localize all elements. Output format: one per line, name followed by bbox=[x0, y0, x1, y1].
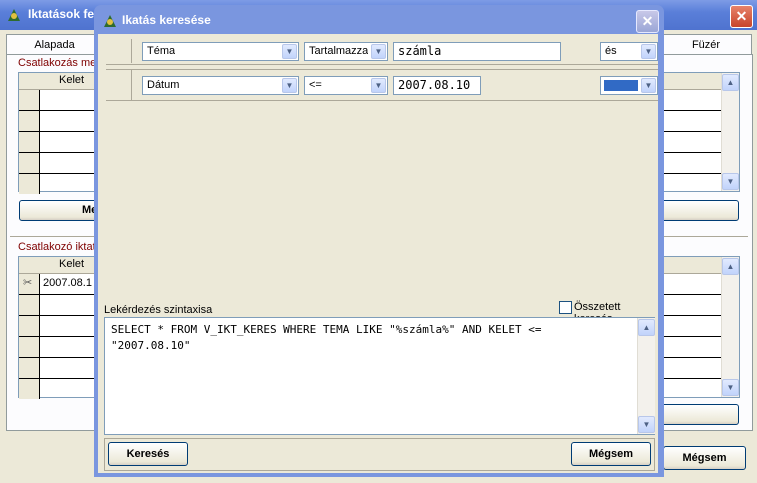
value-input[interactable]: 2007.08.10 bbox=[393, 76, 481, 95]
search-button[interactable]: Keresés bbox=[108, 442, 188, 466]
value-input[interactable]: számla bbox=[393, 42, 561, 61]
complex-search-checkbox[interactable] bbox=[559, 301, 572, 314]
chevron-down-icon: ▼ bbox=[371, 44, 386, 59]
app-icon bbox=[8, 9, 20, 21]
bg-window-title: Iktatások fe bbox=[28, 7, 95, 21]
group2-scrollbar[interactable]: ▲ ▼ bbox=[721, 257, 739, 397]
operator-select[interactable]: Tartalmazza ▼ bbox=[304, 42, 388, 61]
logic-select[interactable]: és ▼ bbox=[600, 42, 658, 61]
chevron-down-icon: ▼ bbox=[282, 78, 297, 93]
group2-label: Csatlakozó iktat bbox=[18, 241, 96, 253]
chevron-down-icon: ▼ bbox=[641, 44, 656, 59]
field-value: Téma bbox=[147, 45, 176, 57]
bg-cancel-label: Mégsem bbox=[682, 452, 727, 464]
row-selector[interactable] bbox=[106, 70, 132, 100]
cancel-button-label: Mégsem bbox=[588, 448, 634, 460]
scroll-up-icon[interactable]: ▲ bbox=[638, 319, 655, 336]
scroll-down-icon[interactable]: ▼ bbox=[722, 173, 739, 190]
tab-label: Füzér bbox=[691, 39, 721, 51]
sql-textarea[interactable]: SELECT * FROM V_IKT_KERES WHERE TEMA LIK… bbox=[104, 317, 655, 435]
group2-button[interactable] bbox=[660, 404, 739, 425]
logic-value: és bbox=[605, 45, 617, 57]
scroll-up-icon[interactable]: ▲ bbox=[722, 258, 739, 275]
operator-value: <= bbox=[309, 79, 322, 91]
dialog-icon bbox=[104, 15, 116, 27]
dialog-title: Ikatás keresése bbox=[122, 13, 211, 27]
chevron-down-icon: ▼ bbox=[641, 78, 656, 93]
col-kelet: Kelet bbox=[59, 74, 85, 86]
search-button-label: Keresés bbox=[126, 448, 170, 460]
tab-alapadatok[interactable]: Alapada bbox=[6, 34, 103, 55]
search-dialog: Ikatás keresése ✕ Téma ▼ Tartalmazza ▼ szá… bbox=[94, 5, 664, 477]
sql-scrollbar[interactable]: ▲ ▼ bbox=[637, 318, 655, 434]
group1-label: Csatlakozás meg bbox=[18, 57, 103, 69]
operator-select[interactable]: <= ▼ bbox=[304, 76, 388, 95]
dialog-close-button[interactable]: ✕ bbox=[636, 10, 659, 33]
logic-value-empty bbox=[604, 80, 638, 91]
chevron-down-icon: ▼ bbox=[282, 44, 297, 59]
field-select[interactable]: Téma ▼ bbox=[142, 42, 299, 61]
syntax-label: Lekérdezés szintaxisa bbox=[104, 304, 213, 316]
bg-cancel-button[interactable]: Mégsem bbox=[663, 446, 746, 470]
tab-fuzer[interactable]: Füzér bbox=[660, 34, 752, 55]
bg-close-button[interactable]: ✕ bbox=[730, 5, 753, 28]
close-icon: ✕ bbox=[641, 13, 654, 29]
group1-scrollbar[interactable]: ▲ ▼ bbox=[721, 73, 739, 191]
scissors-icon: ✂ bbox=[23, 277, 33, 289]
chevron-down-icon: ▼ bbox=[371, 78, 386, 93]
row-date: 2007.08.1 bbox=[43, 277, 92, 289]
scroll-down-icon[interactable]: ▼ bbox=[638, 416, 655, 433]
cancel-button[interactable]: Mégsem bbox=[571, 442, 651, 466]
close-icon: ✕ bbox=[735, 8, 748, 24]
field-select[interactable]: Dátum ▼ bbox=[142, 76, 299, 95]
field-value: Dátum bbox=[147, 79, 180, 91]
dialog-body: Téma ▼ Tartalmazza ▼ számla és ▼ Dátum ▼ <= ▼… bbox=[98, 34, 658, 473]
tab-label: Alapada bbox=[34, 39, 75, 51]
operator-value: Tartalmazza bbox=[309, 45, 369, 57]
scroll-up-icon[interactable]: ▲ bbox=[722, 74, 739, 91]
sql-text: SELECT * FROM V_IKT_KERES WHERE TEMA LIK… bbox=[111, 323, 542, 352]
criteria-row-1: Téma ▼ Tartalmazza ▼ számla és ▼ bbox=[106, 39, 658, 65]
col-kelet: Kelet bbox=[59, 258, 85, 270]
criteria-row-2: Dátum ▼ <= ▼ 2007.08.10 ▼ bbox=[106, 69, 658, 101]
logic-select[interactable]: ▼ bbox=[600, 76, 658, 95]
row-selector[interactable] bbox=[106, 39, 132, 63]
scroll-down-icon[interactable]: ▼ bbox=[722, 379, 739, 396]
